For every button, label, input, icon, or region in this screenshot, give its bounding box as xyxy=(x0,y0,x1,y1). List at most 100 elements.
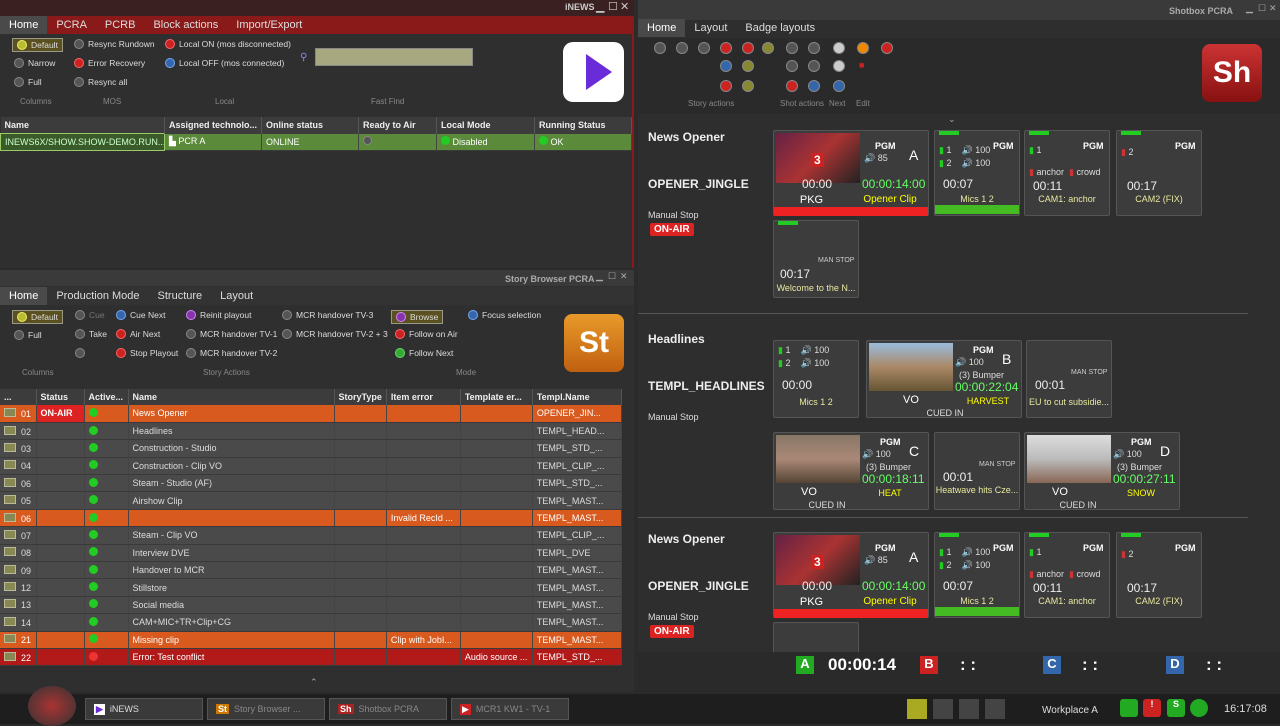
col-item-error[interactable]: Item error xyxy=(386,389,461,405)
fast-find-input[interactable] xyxy=(315,48,473,66)
shot-card-pkg[interactable]: 3 PGM 🔊 85 A 00:00 00:00:14:00 PKG Opene… xyxy=(773,130,929,216)
story-action-icon[interactable] xyxy=(676,42,688,54)
cue-button[interactable]: Cue xyxy=(75,310,105,320)
tab-home[interactable]: Home xyxy=(0,16,48,34)
task-shotbox[interactable]: Sh Shotbox PCRA xyxy=(329,698,447,720)
col-templ-name[interactable]: Templ.Name xyxy=(532,389,623,405)
stop-playout-button[interactable]: Stop Playout xyxy=(116,348,178,358)
tab-pcrb[interactable]: PCRB xyxy=(96,16,145,34)
take-button[interactable]: Take xyxy=(75,329,107,339)
story-action-icon[interactable] xyxy=(742,60,754,72)
shot-card-pkg[interactable]: 3 PGM 🔊 85 A 00:00 00:00:14:00 PKG Opene… xyxy=(773,532,929,618)
collapse-icon[interactable]: ⌃ xyxy=(310,677,318,688)
tab-pcra[interactable]: PCRA xyxy=(47,16,96,34)
table-row[interactable]: 05 Airshow Clip TEMPL_MAST... xyxy=(0,491,623,510)
local-off-button[interactable]: Local OFF (mos connected) xyxy=(165,58,284,68)
table-row[interactable]: 22 Error: Test conflict Audio source ... TE… xyxy=(0,648,623,667)
next-icon[interactable] xyxy=(833,42,845,54)
table-row[interactable]: 14 CAM+MIC+TR+Clip+CG TEMPL_MAST... xyxy=(0,613,623,632)
shot-card-cam1[interactable]: PGM ▮ 1 ▮ anchor ▮ crowd 00:11 CAM1: anc… xyxy=(1024,532,1110,618)
shot-card-heatwave[interactable]: MAN STOP 00:01 Heatwave hits Cze... xyxy=(934,432,1020,510)
shotbox-minimize-icon[interactable]: ▁ xyxy=(1246,3,1253,14)
workplace-button-1[interactable] xyxy=(907,699,927,719)
mcr-tv2-button[interactable]: MCR handover TV-2 xyxy=(186,348,277,358)
start-logo[interactable] xyxy=(28,686,76,726)
story-minimize-icon[interactable]: ▁ xyxy=(596,271,603,282)
story-action-icon[interactable] xyxy=(720,80,732,92)
story-action-icon[interactable] xyxy=(698,42,710,54)
columns-full-button[interactable]: Full xyxy=(14,77,42,87)
alert-icon[interactable]: ! xyxy=(1143,699,1161,717)
shot-card-welcome[interactable]: MAN STOP 00:17 Welcome to the N... xyxy=(773,220,859,298)
story-action-icon[interactable] xyxy=(762,42,774,54)
shot-card-harvest[interactable]: PGM B 🔊 100 (3) Bumper 00:00:22:04 VO HA… xyxy=(866,340,1022,418)
a-button[interactable]: A xyxy=(796,656,814,674)
cue-next-button[interactable]: Cue Next xyxy=(116,310,165,320)
local-on-button[interactable]: Local ON (mos disconnected) xyxy=(165,39,291,49)
follow-next-button[interactable]: Follow Next xyxy=(395,348,453,358)
mcr-tv1-button[interactable]: MCR handover TV-1 xyxy=(186,329,277,339)
reinit-playout-button[interactable]: Reinit playout xyxy=(186,310,252,320)
columns-default-button[interactable]: Default xyxy=(12,38,63,52)
table-row[interactable]: 07 Steam - Clip VO TEMPL_CLIP_... xyxy=(0,526,623,545)
shot-card-cam2[interactable]: PGM ▮ 2 00:17 CAM2 (FIX) xyxy=(1116,532,1202,618)
shot-action-icon[interactable] xyxy=(786,60,798,72)
resync-all-button[interactable]: Resync all xyxy=(74,77,127,87)
tab-shotbox-layout[interactable]: Layout xyxy=(685,19,736,37)
tab-block-actions[interactable]: Block actions xyxy=(144,16,227,34)
col-active[interactable]: Active... xyxy=(84,389,129,405)
story-action-icon[interactable] xyxy=(720,42,732,54)
next-icon[interactable] xyxy=(833,60,845,72)
story-close-icon[interactable]: ✕ xyxy=(620,271,628,282)
col-running[interactable]: Running Status xyxy=(534,117,632,134)
col-template-error[interactable]: Template er... xyxy=(460,389,533,405)
focus-selection-button[interactable]: Focus selection xyxy=(468,310,541,320)
next-icon[interactable] xyxy=(833,80,845,92)
col-storytype[interactable]: StoryType xyxy=(334,389,387,405)
workplace-button-2[interactable] xyxy=(933,699,953,719)
table-row[interactable]: 06 Invalid RecId ... TEMPL_MAST... xyxy=(0,509,623,528)
col-local-mode[interactable]: Local Mode xyxy=(436,117,535,134)
mcr-tv23-button[interactable]: MCR handover TV-2 + 3 xyxy=(282,329,388,339)
close-icon[interactable]: ✕ xyxy=(620,0,629,13)
tab-production-mode[interactable]: Production Mode xyxy=(47,287,148,305)
shot-card-mics[interactable]: ▮ 1 🔊 100 ▮ 2 🔊 100 00:00 Mics 1 2 xyxy=(773,340,859,418)
shotbox-maximize-icon[interactable]: ☐ xyxy=(1258,3,1266,14)
table-row[interactable]: 08 Interview DVE TEMPL_DVE xyxy=(0,544,623,563)
col-name[interactable]: Name xyxy=(0,117,165,134)
shot-action-icon[interactable] xyxy=(808,60,820,72)
edit-icon[interactable] xyxy=(881,42,893,54)
shot-card-snow[interactable]: PGM D 🔊 100 (3) Bumper 00:00:27:11 VO SN… xyxy=(1024,432,1180,510)
minimize-icon[interactable]: ▁ xyxy=(596,0,604,13)
table-row[interactable]: 02 Headlines TEMPL_HEAD... xyxy=(0,422,623,441)
table-row[interactable]: 09 Handover to MCR TEMPL_MAST... xyxy=(0,561,623,580)
workplace-button-3[interactable] xyxy=(959,699,979,719)
shot-card-mics[interactable]: PGM ▮ 1 🔊 100 ▮ 2 🔊 100 00:07 Mics 1 2 xyxy=(934,130,1020,216)
tab-layout[interactable]: Layout xyxy=(211,287,262,305)
tab-story-home[interactable]: Home xyxy=(0,287,48,305)
resync-rundown-button[interactable]: Resync Rundown xyxy=(74,39,155,49)
table-row[interactable]: 04 Construction - Clip VO TEMPL_CLIP_... xyxy=(0,457,623,476)
air-next-button[interactable]: Air Next xyxy=(116,329,160,339)
maximize-icon[interactable]: ☐ xyxy=(608,0,618,13)
shot-card-cam1[interactable]: PGM ▮ 1 ▮ anchor ▮ crowd 00:11 CAM1: anc… xyxy=(1024,130,1110,216)
tab-structure[interactable]: Structure xyxy=(149,287,212,305)
story-action-icon[interactable] xyxy=(742,80,754,92)
chat-icon[interactable] xyxy=(1190,699,1208,717)
mcr-tv3-button[interactable]: MCR handover TV-3 xyxy=(282,310,373,320)
task-mcr[interactable]: ▶ MCR1 KW1 - TV-1 xyxy=(451,698,569,720)
skype-icon[interactable]: S xyxy=(1167,699,1185,717)
table-row[interactable]: 12 Stillstore TEMPL_MAST... xyxy=(0,578,623,597)
col-ready[interactable]: Ready to Air xyxy=(358,117,437,134)
shot-action-icon[interactable] xyxy=(808,42,820,54)
error-recovery-button[interactable]: Error Recovery xyxy=(74,58,145,68)
story-action-icon[interactable] xyxy=(654,42,666,54)
task-inews[interactable]: ▶ iNEWS xyxy=(85,698,203,720)
shot-action-icon[interactable] xyxy=(786,80,798,92)
tab-badge-layouts[interactable]: Badge layouts xyxy=(736,19,824,37)
shot-card-mics[interactable]: PGM ▮ 1 🔊 100 ▮ 2 🔊 100 00:07 Mics 1 2 xyxy=(934,532,1020,618)
table-row[interactable]: 21 Missing clip Clip with JobI... TEMPL_MAS… xyxy=(0,631,623,649)
b-button[interactable]: B xyxy=(920,656,938,674)
follow-on-air-button[interactable]: Follow on Air xyxy=(395,329,458,339)
status-ok-icon[interactable] xyxy=(1120,699,1138,717)
